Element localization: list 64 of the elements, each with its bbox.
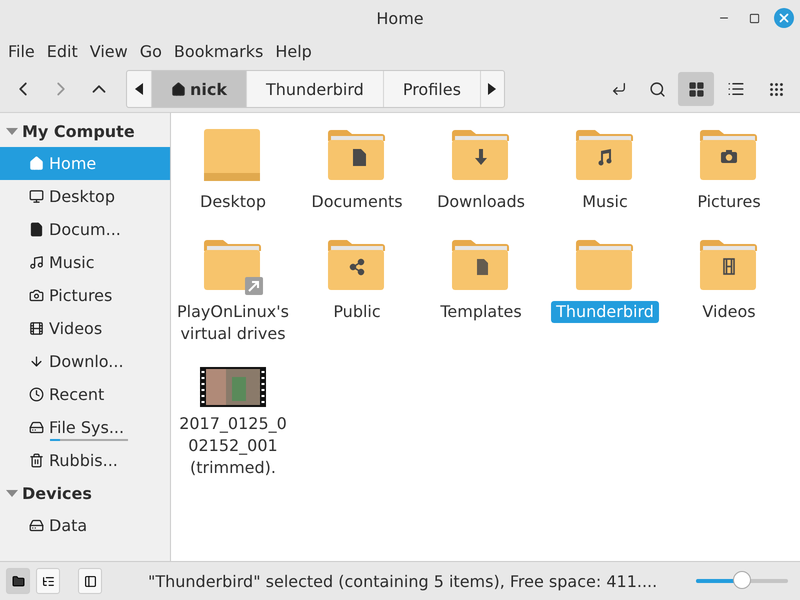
menu-item[interactable]: View — [84, 42, 134, 60]
camera-icon — [29, 288, 44, 303]
home-icon — [29, 156, 44, 171]
sidebar-item[interactable]: Videos — [0, 312, 170, 345]
video-thumbnail — [200, 367, 266, 407]
path-button[interactable]: nick — [151, 71, 246, 107]
compact-view-icon — [768, 80, 784, 98]
file-name[interactable]: PlayOnLinux's virtual drives — [171, 301, 295, 345]
monitor-icon — [29, 189, 44, 204]
menu-item[interactable]: Bookmarks — [168, 42, 270, 60]
music-icon — [29, 255, 44, 270]
close-icon — [777, 11, 791, 25]
menu-item[interactable]: Help — [269, 42, 318, 60]
section-title: My Compute — [22, 122, 135, 140]
sidebar-mode-button[interactable] — [78, 568, 102, 594]
home-icon — [171, 82, 186, 96]
download-icon — [29, 354, 44, 369]
search-icon — [648, 80, 666, 98]
expander-icon[interactable] — [6, 490, 18, 496]
folder-icon — [12, 574, 24, 588]
file-name[interactable]: 2017_0125_002152_001 (trimmed). — [171, 413, 295, 479]
grid-view-icon — [688, 80, 704, 98]
drive-icon — [29, 518, 44, 533]
sidebar-item[interactable]: Downlo... — [0, 345, 170, 378]
clock-icon — [29, 387, 44, 402]
file-name[interactable]: Public — [328, 301, 386, 323]
file-name[interactable]: Music — [577, 191, 633, 213]
menu-item[interactable]: Edit — [40, 42, 84, 60]
sidebar-item[interactable]: File Sys... — [0, 411, 170, 444]
sidebar-item[interactable]: Rubbis... — [0, 444, 170, 477]
sidebar-item[interactable]: Data — [0, 509, 170, 542]
document-icon — [29, 222, 44, 237]
menu-item[interactable]: File — [2, 42, 41, 60]
section-title: Devices — [22, 484, 92, 502]
maximize-icon — [748, 12, 760, 24]
status-text: "Thunderbird" selected (containing 5 items), Free space: 411.... — [148, 572, 658, 590]
view-button[interactable] — [678, 72, 714, 106]
file-name[interactable]: Documents — [306, 191, 408, 213]
return-arrow-icon — [611, 81, 627, 97]
window-title: Home — [376, 8, 424, 28]
file-name[interactable]: Pictures — [692, 191, 766, 213]
sidebar-item[interactable]: Music — [0, 246, 170, 279]
list-view-icon — [727, 80, 745, 98]
sidebar-item[interactable]: Docum... — [0, 213, 170, 246]
expander-icon[interactable] — [6, 128, 18, 134]
tree-icon — [42, 574, 54, 588]
sidebar-item[interactable]: Pictures — [0, 279, 170, 312]
close-button[interactable] — [774, 8, 794, 28]
file-name[interactable]: Downloads — [432, 191, 530, 213]
file-name[interactable]: Templates — [435, 301, 527, 323]
triangle-right-icon — [488, 83, 496, 95]
sidebar-item[interactable]: Desktop — [0, 180, 170, 213]
zoom-thumb[interactable] — [733, 571, 751, 589]
file-name[interactable]: Videos — [697, 301, 761, 323]
film-icon — [29, 321, 44, 336]
triangle-left-icon — [135, 83, 143, 95]
file-name[interactable]: Desktop — [195, 191, 271, 213]
sidebar-mode-button[interactable] — [6, 568, 30, 594]
trash-icon — [29, 453, 44, 468]
sidebar-icon — [84, 574, 96, 588]
sidebar-mode-button[interactable] — [36, 568, 60, 594]
sidebar-item[interactable]: Recent — [0, 378, 170, 411]
drive-icon — [29, 420, 44, 435]
menu-item[interactable]: Go — [134, 42, 168, 60]
